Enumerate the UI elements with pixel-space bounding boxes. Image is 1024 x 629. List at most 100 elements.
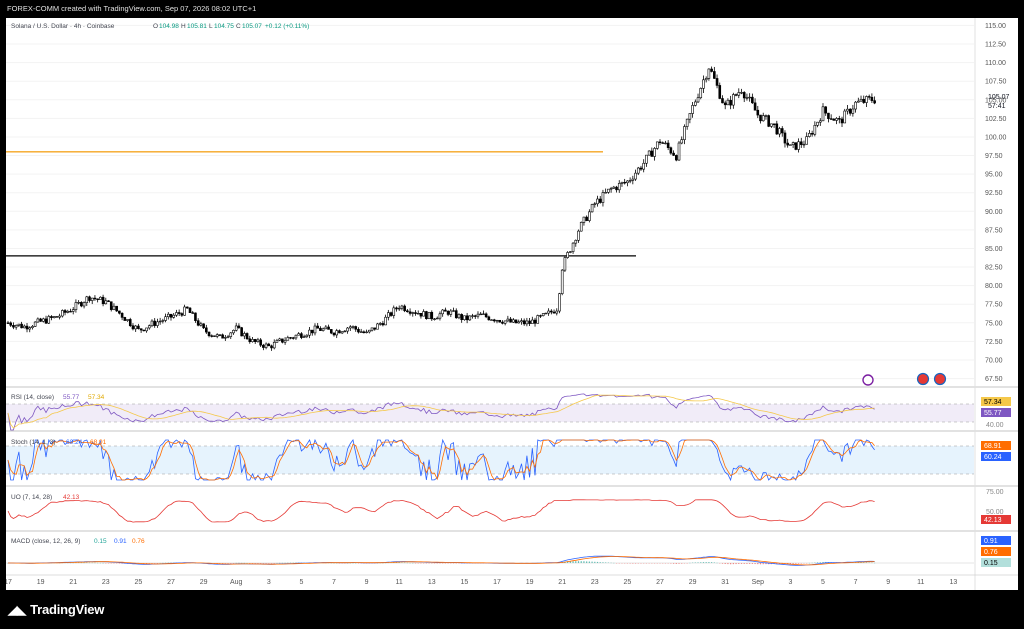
candle-body — [99, 296, 102, 300]
uo-line — [7, 499, 875, 523]
tv-logo-icon: ◢◣ — [8, 602, 27, 617]
us-flag-icon[interactable] — [916, 372, 930, 386]
tradingview-logo[interactable]: ◢◣ TradingView — [8, 602, 104, 617]
macd-hist-bar — [702, 562, 705, 563]
pane-axis-badges: 57.34 55.77 40.00 68.91 60.24 75.00 50.0… — [981, 397, 1011, 567]
macd-hist-bar — [602, 562, 604, 563]
candle-body — [66, 310, 70, 313]
time-tick-label: 25 — [624, 579, 632, 586]
candle-body — [406, 310, 409, 313]
candle-body — [338, 330, 341, 334]
macd-hist-bar — [751, 563, 753, 564]
candle-body — [531, 319, 534, 324]
stoch-d-badge-text: 68.91 — [984, 443, 1002, 450]
candle-body — [343, 330, 347, 333]
candle-body — [150, 320, 154, 327]
candle-body — [82, 302, 86, 307]
candle-body — [71, 309, 75, 312]
rsi-value: 55.77 — [63, 394, 80, 401]
candle-body — [275, 339, 279, 343]
candle-body — [359, 331, 363, 333]
candle-body — [674, 155, 678, 161]
candle-body — [851, 108, 855, 114]
candle-body — [74, 302, 78, 310]
candle-body — [623, 181, 626, 184]
price-tick-label: 75.00 — [985, 320, 1003, 327]
price-tick-label: 102.50 — [985, 116, 1007, 123]
us-flag-icon[interactable] — [933, 372, 947, 386]
candle-body — [607, 188, 610, 193]
time-tick-label: 29 — [200, 579, 208, 586]
macd-hist-bar — [697, 562, 699, 563]
chart-caption: FOREX-COMM created with TradingView.com,… — [7, 4, 257, 13]
candle-body — [427, 311, 431, 320]
candle-body — [772, 123, 776, 125]
candle-body — [723, 102, 727, 106]
crypto-event-icon[interactable] — [862, 374, 874, 386]
candle-body — [58, 315, 61, 318]
price-tick-label: 100.00 — [985, 134, 1007, 141]
candle-body — [783, 132, 787, 144]
candle-body — [120, 312, 124, 318]
time-tick-label: 11 — [396, 579, 403, 586]
candle-body — [408, 311, 412, 314]
candle-body — [764, 115, 768, 117]
candle-body — [433, 318, 436, 320]
chart-frame[interactable]: Solana / U.S. Dollar · 4h · Coinbase O 1… — [6, 18, 1018, 590]
candle-body — [47, 316, 51, 324]
chart-canvas[interactable]: Solana / U.S. Dollar · 4h · Coinbase O 1… — [6, 18, 1018, 590]
candle-body — [131, 325, 135, 330]
candle-body — [278, 338, 281, 341]
candle-body — [577, 230, 580, 241]
candle-body — [609, 187, 613, 190]
candle-body — [737, 92, 741, 96]
candle-body — [484, 313, 488, 318]
candle-body — [601, 192, 605, 203]
macd-hist-bar — [586, 561, 588, 563]
candle-body — [262, 344, 265, 348]
candle-body — [411, 312, 415, 314]
candle-body — [797, 141, 800, 150]
macd-hist-bar — [713, 562, 715, 563]
candle-body — [490, 319, 493, 321]
candle-body — [756, 109, 760, 116]
macd-hist-bar — [795, 563, 797, 564]
candle-body — [158, 320, 162, 323]
candle-body — [166, 313, 170, 318]
legend-close: 105.07 — [242, 23, 262, 30]
candle-body — [832, 118, 836, 121]
candle-body — [658, 141, 662, 144]
candle-body — [376, 323, 379, 330]
candle-body — [631, 178, 635, 181]
time-tick-label: 27 — [656, 579, 664, 586]
candle-body — [653, 148, 656, 157]
candle-body — [476, 313, 480, 317]
candle-body — [378, 323, 382, 325]
macd-line — [8, 555, 875, 566]
candle-body — [818, 120, 822, 123]
candle-body — [802, 143, 806, 146]
legend-open: 104.98 — [159, 23, 179, 30]
candle-body — [161, 320, 165, 322]
candle-body — [468, 315, 472, 321]
candle-body — [441, 309, 444, 315]
candle-body — [585, 216, 588, 221]
candle-body — [346, 327, 349, 332]
candle-body — [305, 334, 309, 337]
price-tick-label: 110.00 — [985, 60, 1006, 67]
candle-body — [857, 100, 860, 103]
candle-body — [827, 112, 830, 119]
event-icons[interactable] — [862, 372, 947, 386]
candle-body — [495, 319, 499, 322]
candle-body — [416, 313, 420, 315]
candle-body — [799, 141, 803, 145]
candle-body — [93, 297, 97, 300]
candle-body — [101, 296, 105, 305]
candle-body — [183, 306, 186, 316]
candle-body — [61, 310, 64, 317]
candle-body — [175, 312, 178, 316]
candle-body — [604, 192, 607, 194]
candle-body — [620, 181, 624, 184]
candle-body — [308, 329, 311, 336]
candle-body — [734, 94, 738, 96]
